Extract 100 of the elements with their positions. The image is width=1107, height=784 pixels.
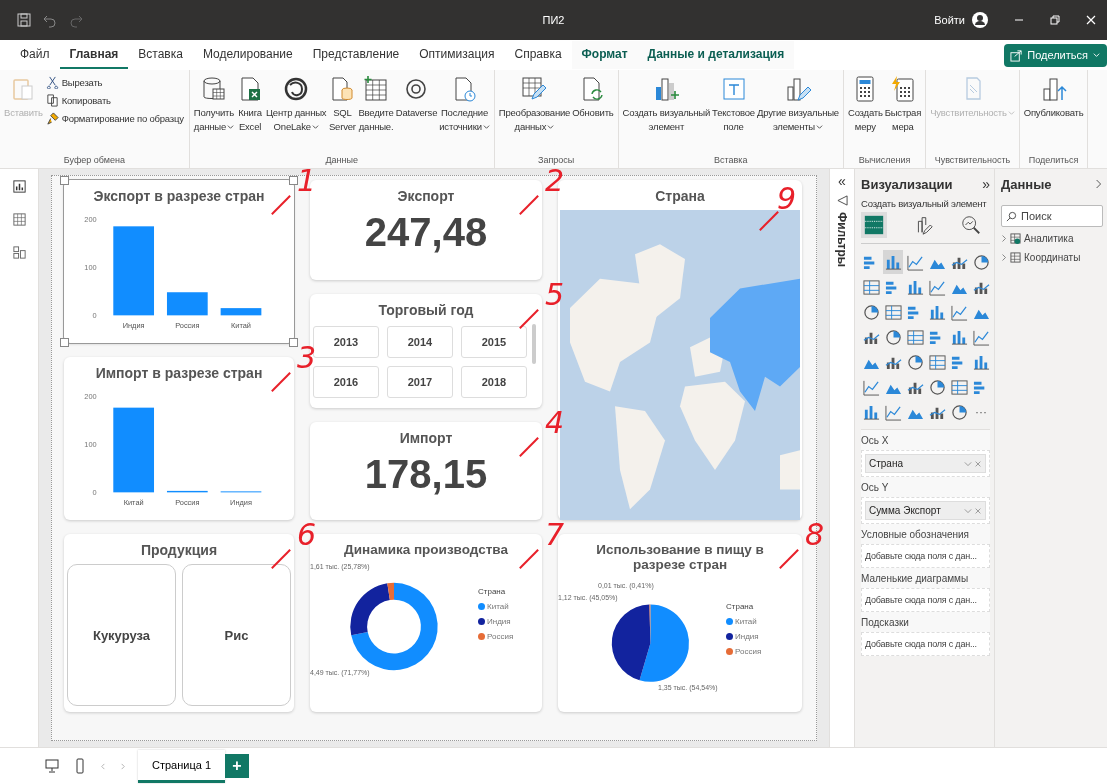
ribbon-button[interactable]: Форматирование по образцу	[43, 111, 186, 126]
product-button[interactable]: Кукуруза	[67, 564, 176, 706]
magnifier-chart-icon	[960, 214, 982, 236]
bar[interactable]	[166, 490, 208, 493]
product-button[interactable]: Рис	[182, 564, 291, 706]
resize-handle[interactable]	[289, 176, 298, 185]
filters-pane-label[interactable]: Фильтры	[835, 212, 849, 268]
well-label: Маленькие диаграммы	[861, 573, 970, 584]
close-icon[interactable]	[1085, 14, 1097, 26]
caret-icon	[482, 123, 490, 130]
menu-tab[interactable]: Справка	[504, 41, 572, 69]
bar[interactable]	[113, 407, 154, 493]
pie-slice[interactable]	[639, 604, 689, 682]
bar[interactable]	[166, 292, 208, 316]
menu-tab[interactable]: Представление	[302, 41, 410, 69]
collapse-pane-button[interactable]: »	[982, 176, 990, 192]
axis-tick-label: 200	[84, 214, 97, 224]
ribbon-button[interactable]: Создать меру	[846, 73, 884, 155]
ribbon-button[interactable]: Быстрая мера	[883, 73, 923, 155]
table-icon	[884, 303, 902, 321]
expand-filters-button[interactable]: «	[838, 173, 846, 189]
add-page-button[interactable]: +	[225, 754, 250, 778]
table-item[interactable]: Аналитика	[1001, 231, 1103, 246]
filter-icon[interactable]	[836, 195, 848, 206]
ribbon-button[interactable]: Последние источники	[438, 73, 491, 155]
menu-tab[interactable]: Формат	[571, 41, 638, 69]
menu-tab[interactable]: Данные и детализация	[637, 41, 795, 69]
year-button[interactable]: 2018	[461, 366, 527, 398]
table-item[interactable]: Координаты	[1001, 250, 1103, 265]
donut-slice[interactable]	[387, 582, 394, 600]
donut-slice[interactable]	[350, 583, 390, 636]
field-pill[interactable]: Сумма Экспорт	[865, 501, 986, 520]
ribbon-button[interactable]: SQL Server	[327, 73, 358, 155]
pie-chart-icon	[884, 328, 902, 346]
ribbon-button[interactable]: Опубликовать	[1022, 73, 1085, 155]
pane-tab[interactable]	[861, 212, 887, 238]
menu-tab[interactable]: Вставка	[128, 41, 193, 69]
drop-field[interactable]: Добавьте сюда поля с дан...	[861, 544, 990, 568]
donut-slice[interactable]	[351, 582, 438, 671]
chevron-icon	[1001, 234, 1007, 243]
ribbon-button[interactable]: Введите данные.	[357, 73, 395, 155]
desktop-icon[interactable]	[44, 758, 60, 774]
annotation-stroke	[518, 436, 540, 458]
legend-label: Китай	[735, 617, 757, 626]
next-page-icon[interactable]	[119, 761, 126, 771]
ribbon-button[interactable]: Другие визуальные элементы	[755, 73, 840, 155]
model-view-icon[interactable]	[11, 245, 27, 260]
ribbon-button[interactable]: Текстовое поле	[711, 73, 756, 155]
category-label: Россия	[175, 498, 200, 508]
chevron-right-icon[interactable]	[1095, 178, 1103, 190]
save-icon[interactable]	[16, 12, 32, 28]
share-button[interactable]: Поделиться	[1004, 43, 1107, 67]
bar[interactable]	[220, 308, 262, 316]
ribbon-button[interactable]: Вырезать	[43, 75, 186, 90]
scrollbar[interactable]	[532, 324, 536, 364]
ribbon-button[interactable]: Создать визуальный элемент	[621, 73, 712, 155]
search-field[interactable]: Поиск	[1001, 205, 1103, 227]
ribbon-button[interactable]: Преобразование данных	[497, 73, 572, 155]
column-chart-icon	[862, 403, 880, 421]
menu-tab[interactable]: Файл	[10, 41, 60, 69]
year-button[interactable]: 2016	[313, 366, 379, 398]
ribbon-button[interactable]: Получить данные	[192, 73, 236, 155]
page-tab[interactable]: Страница 1	[138, 749, 226, 783]
annotation-stroke	[270, 194, 292, 216]
menu-tab[interactable]: Оптимизация	[409, 41, 505, 69]
restore-icon[interactable]	[1049, 14, 1061, 26]
bar-chart-card[interactable]: Импорт в разрезе стран 0 100 200 Китай Россия Индия	[64, 357, 294, 520]
drop-field[interactable]: Добавьте сюда поля с дан...	[861, 588, 990, 612]
menu-tab[interactable]: Моделирование	[192, 41, 303, 69]
pie-slice[interactable]	[611, 604, 651, 681]
ribbon-button[interactable]: Dataverse	[394, 73, 439, 155]
year-button[interactable]: 2015	[461, 326, 527, 358]
resize-handle[interactable]	[289, 338, 298, 347]
year-button[interactable]: 2017	[387, 366, 453, 398]
year-button[interactable]: 2014	[387, 326, 453, 358]
user-avatar-icon[interactable]	[971, 11, 989, 29]
field-pill[interactable]: Страна	[865, 454, 986, 473]
remove-icon[interactable]	[974, 459, 982, 468]
axis-tick-label: 100	[84, 263, 97, 272]
caret-icon	[816, 123, 823, 130]
legend-label: Россия	[487, 632, 514, 641]
bar-chart-card[interactable]: Экспорт в разрезе стран 0 100 200 Индия Россия Китай	[64, 180, 294, 343]
ribbon-button[interactable]: Обновить	[571, 73, 615, 155]
table-icon	[928, 353, 946, 371]
remove-icon[interactable]	[974, 506, 982, 515]
more-visuals-button[interactable]: ···	[971, 400, 991, 424]
report-view-icon[interactable]	[11, 179, 27, 194]
ribbon-button[interactable]: Копировать	[43, 93, 186, 108]
ribbon-button[interactable]: Центр данных OneLake	[265, 73, 328, 155]
sign-in-button[interactable]: Войти	[934, 14, 965, 26]
drop-field[interactable]: Добавьте сюда поля с дан...	[861, 632, 990, 656]
resize-handle[interactable]	[60, 338, 69, 347]
table-view-icon[interactable]	[11, 212, 27, 227]
table-icon	[862, 278, 880, 296]
resize-handle[interactable]	[60, 176, 69, 185]
pie-chart-icon	[906, 353, 924, 371]
category-label: Китай	[123, 498, 144, 508]
chart-title: Импорт в разрезе стран	[95, 364, 263, 381]
year-button[interactable]: 2013	[313, 326, 379, 358]
ribbon-button[interactable]: Книга Excel	[235, 73, 266, 155]
